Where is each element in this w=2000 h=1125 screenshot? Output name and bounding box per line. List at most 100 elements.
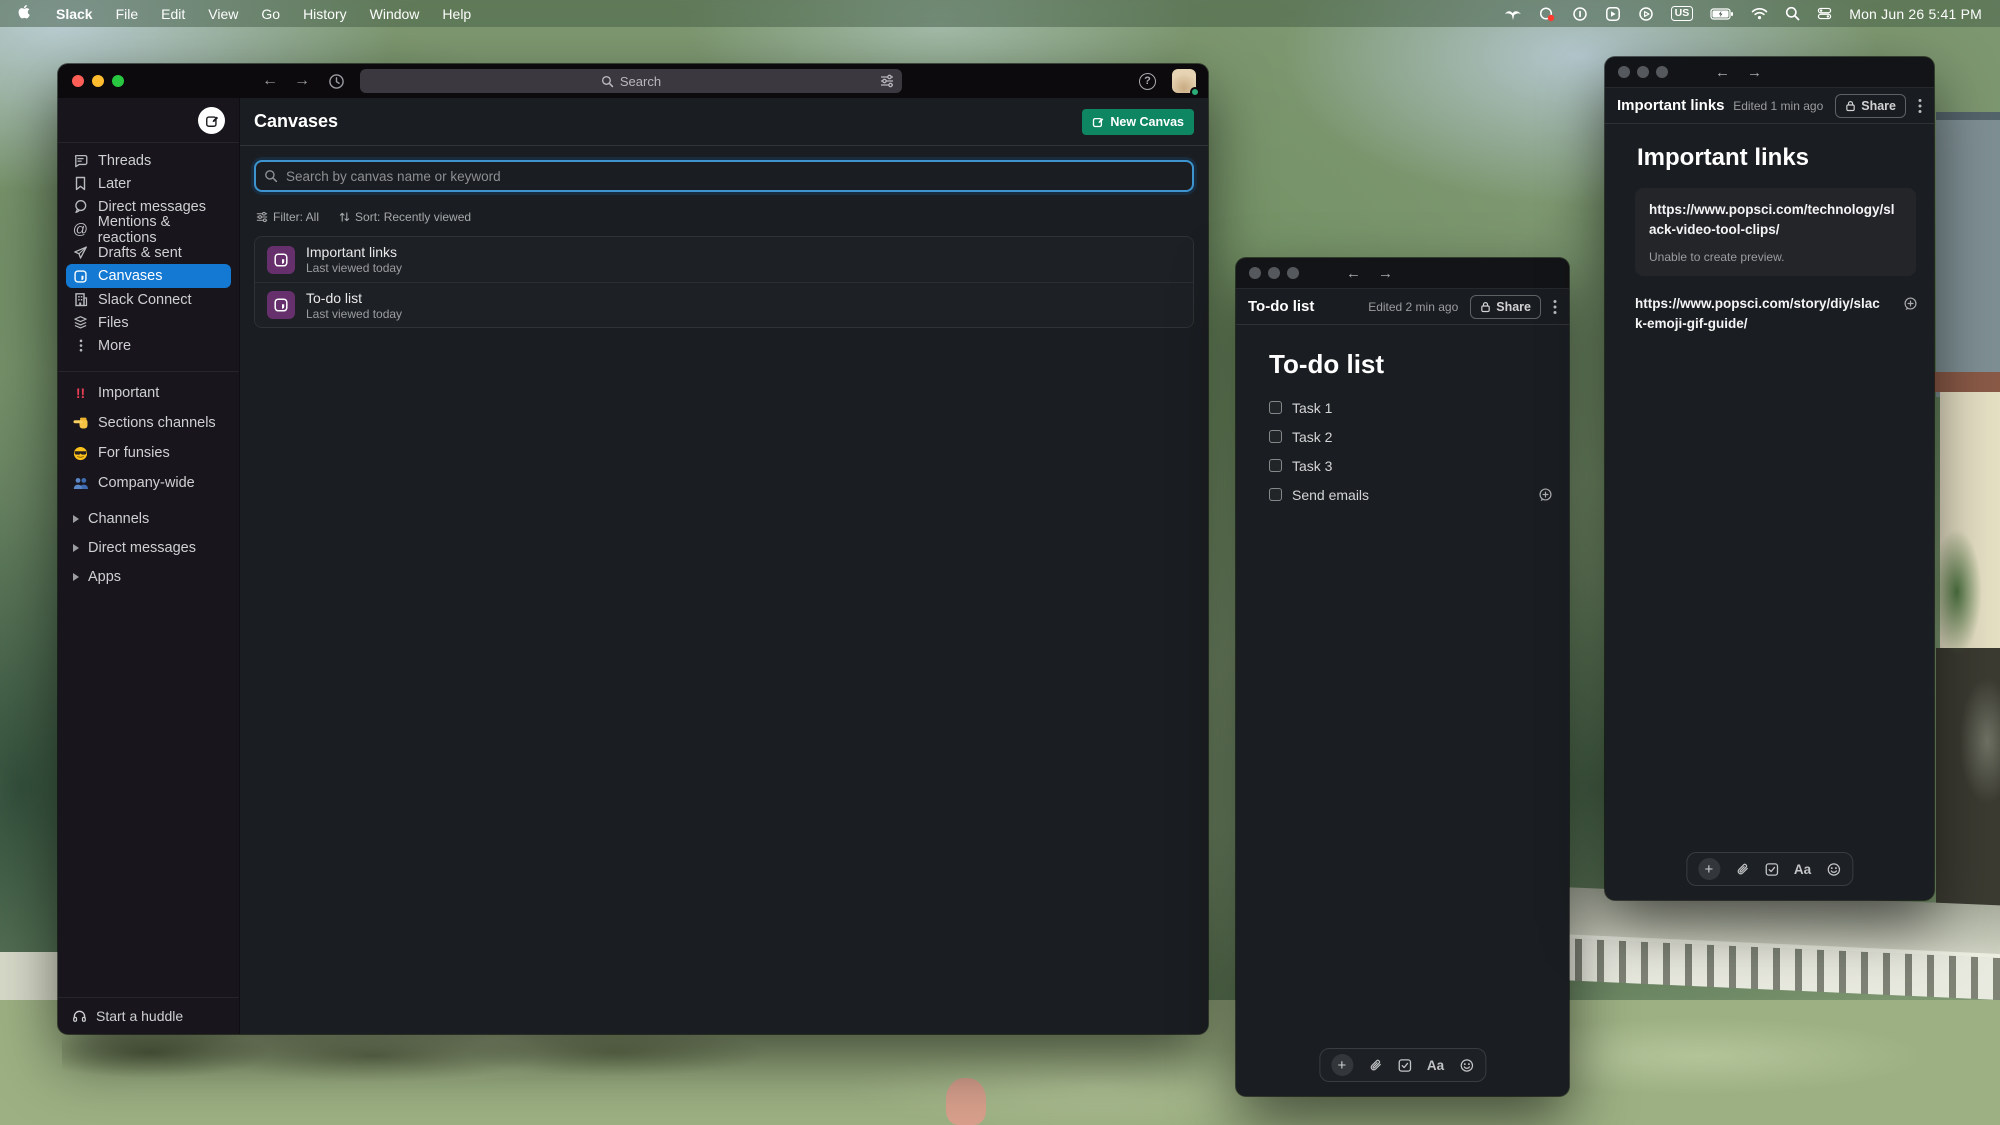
spotlight-search-icon[interactable] bbox=[1785, 6, 1800, 21]
zoom-button[interactable] bbox=[112, 75, 124, 87]
close-button[interactable] bbox=[1618, 66, 1630, 78]
attach-file-icon[interactable] bbox=[1735, 862, 1749, 877]
attach-file-icon[interactable] bbox=[1368, 1058, 1382, 1073]
checkbox-unchecked[interactable] bbox=[1269, 488, 1282, 501]
task-row: Send emails bbox=[1269, 483, 1553, 506]
zoom-button[interactable] bbox=[1656, 66, 1668, 78]
checklist-icon[interactable] bbox=[1764, 862, 1779, 877]
canvas-list-item-important-links[interactable]: Important links Last viewed today bbox=[255, 237, 1193, 282]
more-options-icon[interactable] bbox=[1553, 299, 1557, 315]
text-style-button[interactable]: Aa bbox=[1427, 1058, 1444, 1073]
sidebar-item-more[interactable]: More bbox=[58, 334, 239, 357]
history-clock-icon[interactable] bbox=[328, 73, 345, 90]
forward-arrow-icon[interactable]: → bbox=[294, 72, 310, 90]
canvas-search-input[interactable] bbox=[254, 160, 1194, 192]
minimize-button[interactable] bbox=[1268, 267, 1280, 279]
menu-edit[interactable]: Edit bbox=[161, 6, 185, 22]
back-arrow-icon[interactable]: ← bbox=[1346, 265, 1361, 282]
insert-plus-button[interactable]: + bbox=[1331, 1054, 1353, 1076]
checkbox-unchecked[interactable] bbox=[1269, 401, 1282, 414]
share-button[interactable]: Share bbox=[1470, 295, 1541, 319]
close-button[interactable] bbox=[72, 75, 84, 87]
task-label[interactable]: Task 2 bbox=[1292, 429, 1332, 445]
canvas-file-icon bbox=[267, 291, 295, 319]
search-filters-icon[interactable] bbox=[880, 74, 894, 88]
menu-file[interactable]: File bbox=[116, 6, 139, 22]
emoji-icon[interactable] bbox=[1826, 862, 1841, 877]
sidebar-group-channels[interactable]: Channels bbox=[58, 504, 239, 533]
control-center-icon[interactable] bbox=[1817, 6, 1832, 21]
forward-arrow-icon[interactable]: → bbox=[1378, 265, 1393, 282]
close-button[interactable] bbox=[1249, 267, 1261, 279]
sidebar-group-apps[interactable]: Apps bbox=[58, 562, 239, 591]
back-arrow-icon[interactable]: ← bbox=[262, 72, 278, 90]
emoji-icon[interactable] bbox=[1459, 1058, 1474, 1073]
one-password-status-icon[interactable] bbox=[1572, 6, 1588, 22]
apple-menu-icon[interactable] bbox=[18, 5, 33, 22]
presence-indicator bbox=[1190, 87, 1200, 97]
screen-record-status-icon[interactable] bbox=[1539, 6, 1555, 22]
text-style-button[interactable]: Aa bbox=[1794, 862, 1811, 877]
add-comment-icon[interactable] bbox=[1903, 296, 1918, 311]
link-url[interactable]: https://www.popsci.com/story/diy/slack-e… bbox=[1635, 294, 1883, 335]
sidebar-item-canvases[interactable]: Canvases bbox=[66, 264, 231, 288]
zoom-button[interactable] bbox=[1287, 267, 1299, 279]
sidebar-item-label: Slack Connect bbox=[98, 292, 192, 308]
new-canvas-button[interactable]: New Canvas bbox=[1082, 109, 1194, 135]
sidebar-section-sections-channels[interactable]: Sections channels bbox=[58, 408, 239, 438]
forward-arrow-icon[interactable]: → bbox=[1747, 64, 1762, 81]
sidebar-item-slack-connect[interactable]: Slack Connect bbox=[58, 288, 239, 311]
minimize-button[interactable] bbox=[1637, 66, 1649, 78]
checkbox-unchecked[interactable] bbox=[1269, 430, 1282, 443]
checkbox-unchecked[interactable] bbox=[1269, 459, 1282, 472]
insert-plus-button[interactable]: + bbox=[1698, 858, 1720, 880]
menu-help[interactable]: Help bbox=[442, 6, 471, 22]
task-label[interactable]: Task 1 bbox=[1292, 400, 1332, 416]
menubar-clock[interactable]: Mon Jun 26 5:41 PM bbox=[1849, 6, 1982, 22]
shape-tool-status-icon[interactable] bbox=[1605, 6, 1621, 22]
minimize-button[interactable] bbox=[92, 75, 104, 87]
share-button[interactable]: Share bbox=[1835, 94, 1906, 118]
sidebar-section-for-funsies[interactable]: For funsies bbox=[58, 438, 239, 468]
back-arrow-icon[interactable]: ← bbox=[1715, 64, 1730, 81]
sort-control[interactable]: Sort: Recently viewed bbox=[339, 210, 471, 224]
sidebar-section-important[interactable]: !! Important bbox=[58, 378, 239, 408]
menu-view[interactable]: View bbox=[208, 6, 238, 22]
dragonfly-app-icon[interactable] bbox=[1504, 7, 1522, 21]
sidebar-item-drafts-sent[interactable]: Drafts & sent bbox=[58, 241, 239, 264]
task-label[interactable]: Task 3 bbox=[1292, 458, 1332, 474]
checklist-icon[interactable] bbox=[1397, 1058, 1412, 1073]
sidebar-section-company-wide[interactable]: Company-wide bbox=[58, 468, 239, 498]
menubar-app-name[interactable]: Slack bbox=[56, 6, 93, 22]
sidebar-item-files[interactable]: Files bbox=[58, 311, 239, 334]
link-url[interactable]: https://www.popsci.com/technology/slack-… bbox=[1649, 200, 1902, 241]
at-icon: @ bbox=[72, 222, 89, 237]
start-huddle-button[interactable]: Start a huddle bbox=[58, 997, 239, 1034]
sidebar-item-label: Drafts & sent bbox=[98, 245, 182, 261]
user-avatar[interactable] bbox=[1172, 69, 1196, 93]
menu-window[interactable]: Window bbox=[370, 6, 420, 22]
sidebar-item-label: Direct messages bbox=[98, 199, 206, 215]
sidebar-group-direct-messages[interactable]: Direct messages bbox=[58, 533, 239, 562]
global-search-bar[interactable]: Search bbox=[360, 69, 902, 93]
add-comment-icon[interactable] bbox=[1538, 487, 1553, 502]
task-label[interactable]: Send emails bbox=[1292, 487, 1369, 503]
sidebar-item-mentions-reactions[interactable]: @ Mentions & reactions bbox=[58, 218, 239, 241]
sidebar-item-threads[interactable]: Threads bbox=[58, 149, 239, 172]
help-icon[interactable]: ? bbox=[1139, 73, 1156, 90]
menu-history[interactable]: History bbox=[303, 6, 347, 22]
sidebar-item-later[interactable]: Later bbox=[58, 172, 239, 195]
battery-icon[interactable] bbox=[1710, 8, 1734, 20]
edited-timestamp: Edited 2 min ago bbox=[1368, 300, 1458, 314]
play-circle-status-icon[interactable] bbox=[1638, 6, 1654, 22]
link-preview-card[interactable]: https://www.popsci.com/technology/slack-… bbox=[1635, 188, 1916, 276]
wifi-icon[interactable] bbox=[1751, 7, 1768, 20]
compose-button[interactable] bbox=[198, 107, 225, 134]
more-options-icon[interactable] bbox=[1918, 98, 1922, 114]
canvas-list-item-todo-list[interactable]: To-do list Last viewed today bbox=[255, 282, 1193, 327]
chevron-right-icon bbox=[73, 544, 79, 552]
input-source-badge[interactable]: US bbox=[1671, 6, 1694, 21]
more-dots-icon bbox=[72, 338, 89, 353]
menu-go[interactable]: Go bbox=[261, 6, 280, 22]
filter-control[interactable]: Filter: All bbox=[256, 210, 319, 224]
